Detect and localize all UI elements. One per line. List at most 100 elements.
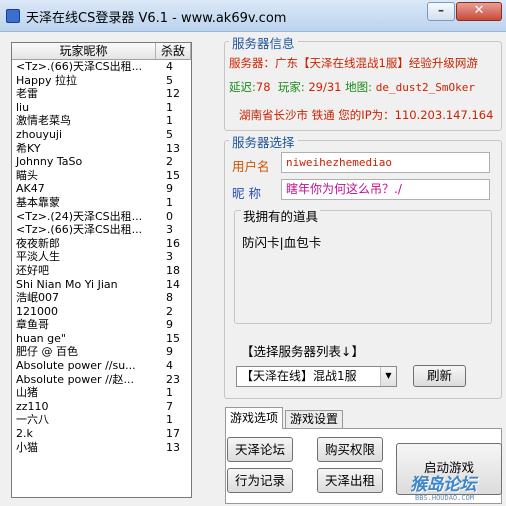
- player-row[interactable]: 激情老菜鸟 1: [12, 114, 191, 128]
- player-row[interactable]: liu 1: [12, 101, 191, 115]
- player-kills: 3: [166, 250, 173, 264]
- server-dropdown[interactable]: 【天泽在线】混战1服 ▼: [236, 366, 397, 387]
- refresh-button[interactable]: 刷新: [413, 365, 466, 387]
- rent-button[interactable]: 天泽出租: [317, 468, 383, 493]
- player-kills: 13: [166, 141, 180, 155]
- player-kills: 4: [166, 359, 173, 373]
- client-location-text: 湖南省长沙市 铁通 您的IP为：110.203.147.164: [239, 108, 494, 122]
- player-kills: 1: [166, 195, 173, 209]
- server-dropdown-value: 【天泽在线】混战1服: [241, 369, 357, 383]
- buy-permission-button[interactable]: 购买权限: [317, 437, 383, 462]
- server-stats: 延迟:78 玩家: 29/31 地图: de_dust2_SmOker: [229, 79, 475, 95]
- player-name: Shi Nian Mo Yi Jian: [16, 277, 118, 291]
- players-label: 玩家:: [277, 80, 305, 94]
- player-row[interactable]: <Tz>.(24)天泽CS出租... 0: [12, 210, 191, 224]
- player-name: <Tz>.(66)天泽CS出租...: [16, 223, 143, 237]
- nickname-field[interactable]: 瞎年你为何这么吊？./: [281, 179, 490, 200]
- watermark-url: BBS.HOUDAO.COM: [415, 494, 475, 502]
- tab-game-options[interactable]: 游戏选项: [225, 407, 283, 429]
- player-name: 山猪: [16, 386, 38, 400]
- player-row[interactable]: 瞄头 15: [12, 169, 191, 183]
- player-row[interactable]: 2.k 17: [12, 427, 191, 441]
- player-name: Absolute power //su...: [16, 359, 136, 373]
- minimize-button[interactable]: –: [427, 2, 455, 21]
- player-name: 章鱼哥: [16, 318, 49, 332]
- player-row[interactable]: zhouyuji 5: [12, 128, 191, 142]
- latency-value: 78: [255, 80, 271, 94]
- player-name: 还好吧: [16, 263, 49, 277]
- behavior-record-button[interactable]: 行为记录: [227, 468, 293, 493]
- nickname-label: 昵 称: [232, 186, 261, 201]
- player-kills: 0: [166, 209, 173, 223]
- player-row[interactable]: 希KY 13: [12, 142, 191, 156]
- player-name: 121000: [16, 304, 58, 318]
- player-row[interactable]: Happy 拉拉 5: [12, 74, 191, 88]
- column-header-name[interactable]: 玩家昵称: [12, 43, 156, 59]
- player-name: 小猫: [16, 440, 38, 454]
- player-row[interactable]: 山猪 1: [12, 386, 191, 400]
- player-row[interactable]: 浩岷007 8: [12, 291, 191, 305]
- player-row[interactable]: 夜夜新郎 16: [12, 237, 191, 251]
- watermark: 猴岛论坛 BBS.HOUDAO.COM: [410, 470, 506, 506]
- player-row[interactable]: 老雷 12: [12, 87, 191, 101]
- player-kills: 3: [166, 223, 173, 237]
- column-header-kills[interactable]: 杀敌: [156, 43, 191, 59]
- player-name: <Tz>.(66)天泽CS出租...: [16, 60, 143, 73]
- player-kills: 9: [166, 318, 173, 332]
- player-kills: 15: [166, 331, 180, 345]
- player-row[interactable]: 基本靠蒙 1: [12, 196, 191, 210]
- player-name: 2.k: [16, 427, 33, 441]
- window-title: 天泽在线CS登录器 V6.1 - www.ak69v.com: [26, 11, 287, 26]
- player-kills: 7: [166, 399, 173, 413]
- player-row[interactable]: 章鱼哥 9: [12, 318, 191, 332]
- player-row[interactable]: 小猫 13: [12, 441, 191, 455]
- player-row[interactable]: 121000 2: [12, 305, 191, 319]
- player-list[interactable]: 玩家昵称 杀敌 <Tz>.(66)天泽CS出租... 4 Happy 拉拉 5 老雷 12…: [11, 42, 192, 498]
- player-row[interactable]: <Tz>.(66)天泽CS出租... 4: [12, 60, 191, 74]
- player-kills: 18: [166, 263, 180, 277]
- close-button[interactable]: ✕: [456, 2, 502, 21]
- player-name: liu: [16, 100, 30, 114]
- player-name: 基本靠蒙: [16, 195, 60, 209]
- player-kills: 5: [166, 127, 173, 141]
- player-row[interactable]: Absolute power //赵... 23: [12, 373, 191, 387]
- player-row[interactable]: Absolute power //su... 4: [12, 359, 191, 373]
- player-kills: 17: [166, 427, 180, 441]
- player-name: AK47: [16, 182, 45, 196]
- player-kills: 1: [166, 386, 173, 400]
- player-row[interactable]: 平淡人生 3: [12, 250, 191, 264]
- player-name: Absolute power //赵...: [16, 372, 134, 386]
- player-kills: 14: [166, 277, 180, 291]
- player-kills: 12: [166, 87, 180, 101]
- chevron-down-icon[interactable]: ▼: [380, 367, 396, 386]
- map-label: 地图:: [345, 80, 373, 94]
- player-kills: 2: [166, 304, 173, 318]
- player-name: zhouyuji: [16, 127, 63, 141]
- server-select-legend: 服务器选择: [229, 132, 298, 151]
- player-name: 老雷: [16, 87, 38, 101]
- player-row[interactable]: 肥仔 @ 百色 9: [12, 345, 191, 359]
- player-row[interactable]: 还好吧 18: [12, 264, 191, 278]
- player-name: 瞄头: [16, 168, 38, 182]
- player-kills: 1: [166, 114, 173, 128]
- player-row[interactable]: huan ge" 15: [12, 332, 191, 346]
- server-list-label: 【选择服务器列表↓】: [241, 344, 364, 359]
- player-row[interactable]: 一六八 1: [12, 413, 191, 427]
- player-name: 浩岷007: [16, 291, 59, 305]
- username-field[interactable]: niweihezhemediao: [281, 152, 490, 173]
- server-region-text: 服务器：广东【天泽在线混战1服】经验升级网游: [229, 56, 478, 70]
- player-kills: 4: [166, 60, 173, 73]
- player-name: 平淡人生: [16, 250, 60, 264]
- player-name: huan ge": [16, 331, 66, 345]
- forum-button[interactable]: 天泽论坛: [227, 437, 293, 462]
- player-row[interactable]: zz110 7: [12, 400, 191, 414]
- player-name: zz110: [16, 399, 49, 413]
- player-name: 激情老菜鸟: [16, 114, 71, 128]
- player-row[interactable]: Johnny TaSo 2: [12, 155, 191, 169]
- title-bar: 天泽在线CS登录器 V6.1 - www.ak69v.com – ✕: [0, 0, 506, 32]
- player-row[interactable]: AK47 9: [12, 182, 191, 196]
- player-row[interactable]: Shi Nian Mo Yi Jian 14: [12, 278, 191, 292]
- tab-game-settings[interactable]: 游戏设置: [285, 410, 343, 429]
- player-list-header: 玩家昵称 杀敌: [12, 43, 191, 60]
- player-row[interactable]: <Tz>.(66)天泽CS出租... 3: [12, 223, 191, 237]
